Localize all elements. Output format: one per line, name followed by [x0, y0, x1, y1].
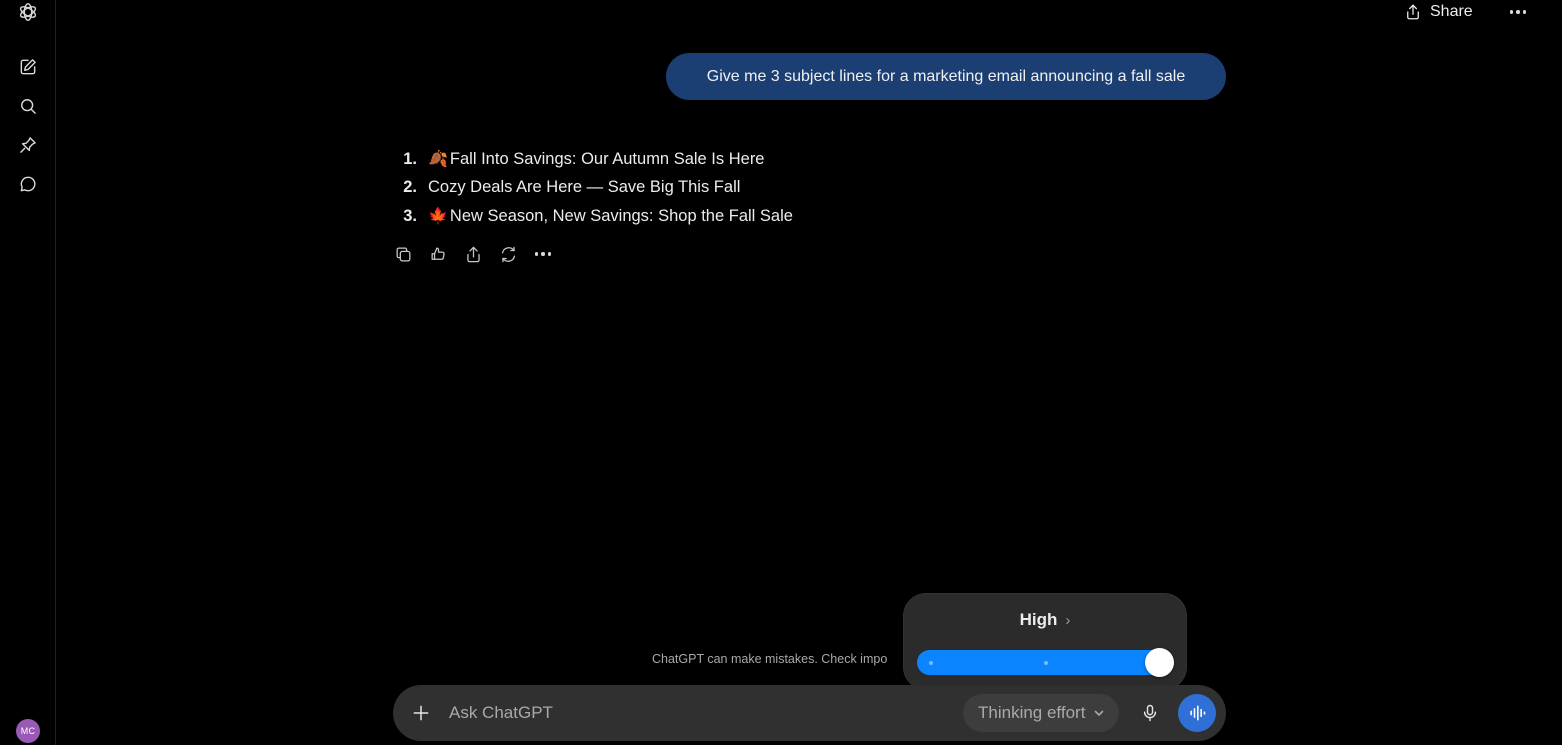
disclaimer-text: ChatGPT can make mistakes. Check impo [652, 652, 888, 666]
chat-composer: Thinking effort [393, 685, 1226, 741]
list-text: Fall Into Savings: Our Autumn Sale Is He… [449, 149, 765, 168]
chevron-down-icon [1095, 710, 1104, 716]
voice-waveform-icon [1190, 705, 1206, 721]
feedback-button[interactable] [428, 244, 448, 264]
effort-slider-stop [1043, 660, 1048, 665]
feedback-icon [431, 247, 445, 260]
list-number: 3. [403, 206, 417, 225]
sidebar-rail: MC [0, 0, 56, 745]
pin-icon [20, 137, 36, 153]
edit-icon [20, 59, 36, 75]
list-number: 2. [403, 178, 417, 197]
share-response-button[interactable] [463, 244, 483, 264]
search-icon [21, 99, 36, 114]
more-icon [1509, 10, 1527, 14]
list-text: New Season, New Savings: Shop the Fall S… [449, 206, 793, 225]
share-button[interactable]: Share [1404, 0, 1473, 24]
user-message-bubble: Give me 3 subject lines for a marketing … [666, 53, 1226, 100]
effort-slider[interactable] [917, 648, 1174, 677]
effort-level-label[interactable]: High › [904, 610, 1186, 630]
fallen-leaf-emoji: 🍂 [428, 151, 448, 169]
thinking-effort-button[interactable]: Thinking effort [963, 694, 1120, 732]
more-actions-button[interactable] [533, 244, 553, 264]
regenerate-icon [501, 246, 515, 262]
list-number: 1. [403, 149, 417, 168]
share-icon [466, 246, 480, 262]
list-item: 1. 🍂 Fall Into Savings: Our Autumn Sale … [394, 145, 793, 174]
list-item: 3. 🍁 New Season, New Savings: Shop the F… [394, 202, 793, 231]
more-icon [534, 252, 552, 256]
search-button[interactable] [16, 94, 40, 118]
chat-bubble-icon [20, 176, 36, 192]
voice-mode-button[interactable] [1178, 694, 1216, 732]
share-label: Share [1430, 3, 1473, 20]
list-item: 2. Cozy Deals Are Here — Save Big This F… [394, 174, 793, 203]
microphone-icon [1143, 704, 1157, 722]
effort-level-text: High [1019, 610, 1058, 629]
chats-button[interactable] [16, 172, 40, 196]
assistant-message: 1. 🍂 Fall Into Savings: Our Autumn Sale … [394, 145, 793, 231]
new-chat-button[interactable] [16, 55, 40, 79]
plus-icon [413, 705, 429, 721]
chat-input[interactable] [449, 699, 949, 727]
add-attachment-button[interactable] [409, 701, 433, 725]
effort-slider-stop [929, 660, 933, 665]
avatar[interactable]: MC [16, 719, 40, 743]
message-actions [393, 244, 553, 264]
copy-button[interactable] [393, 244, 413, 264]
effort-slider-thumb[interactable] [1145, 648, 1174, 677]
share-icon [1407, 4, 1419, 20]
list-text: Cozy Deals Are Here — Save Big This Fall [428, 178, 741, 197]
regenerate-button[interactable] [498, 244, 518, 264]
copy-icon [396, 247, 410, 261]
more-options-button[interactable] [1504, 2, 1532, 22]
openai-logo-icon[interactable] [16, 0, 40, 24]
dictate-button[interactable] [1138, 701, 1162, 725]
chevron-right-icon: › [1065, 611, 1071, 629]
pinned-button[interactable] [16, 133, 40, 157]
thinking-effort-popup: High › [904, 594, 1186, 689]
thinking-effort-label: Thinking effort [978, 703, 1086, 722]
user-message-text: Give me 3 subject lines for a marketing … [706, 67, 1186, 85]
maple-leaf-emoji: 🍁 [428, 208, 448, 226]
